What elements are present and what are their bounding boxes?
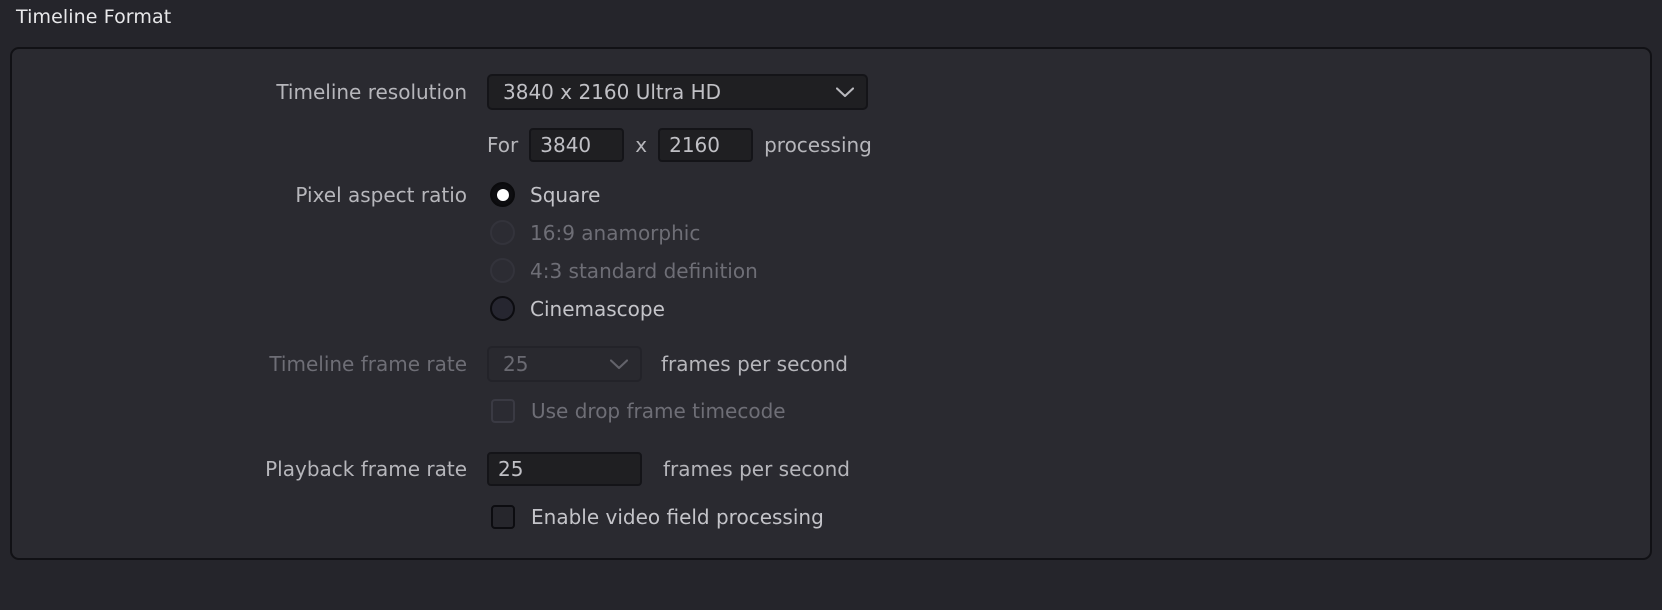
radio-label-cinemascope: Cinemascope [530, 296, 665, 321]
chevron-down-icon [836, 86, 854, 98]
row-pixel-aspect-anamorphic: 16:9 anamorphic [67, 220, 700, 245]
checkbox-label-use-drop-frame-timecode: Use drop frame timecode [531, 399, 786, 423]
timeline-frame-rate-value: 25 [503, 352, 529, 376]
row-enable-video-field-processing: Enable video field processing [67, 505, 824, 529]
radio-pixel-aspect-anamorphic [490, 220, 515, 245]
processing-height-input[interactable]: 2160 [658, 128, 754, 162]
radio-label-anamorphic: 16:9 anamorphic [530, 220, 701, 245]
row-use-drop-frame-timecode: Use drop frame timecode [67, 399, 786, 423]
playback-frame-rate-unit: frames per second [663, 457, 850, 481]
row-timeline-frame-rate: Timeline frame rate 25 frames per second [67, 346, 848, 382]
timeline-resolution-label: Timeline resolution [276, 80, 467, 104]
checkbox-use-drop-frame-timecode [491, 399, 515, 423]
timeline-frame-rate-unit: frames per second [661, 352, 848, 376]
row-pixel-aspect-ratio: Pixel aspect ratio Square [67, 182, 600, 207]
row-timeline-resolution: Timeline resolution 3840 x 2160 Ultra HD [67, 74, 868, 110]
timeline-resolution-value: 3840 x 2160 Ultra HD [503, 80, 722, 104]
radio-label-standard: 4:3 standard definition [530, 258, 758, 283]
radio-pixel-aspect-square[interactable] [490, 182, 515, 207]
checkbox-enable-video-field-processing[interactable] [491, 505, 515, 529]
timeline-frame-rate-label: Timeline frame rate [269, 352, 467, 376]
playback-frame-rate-label: Playback frame rate [265, 457, 467, 481]
row-playback-frame-rate: Playback frame rate 25 frames per second [67, 452, 850, 486]
radio-pixel-aspect-cinemascope[interactable] [490, 296, 515, 321]
processing-prefix-label: For [487, 133, 519, 157]
playback-frame-rate-input[interactable]: 25 [487, 452, 642, 486]
timeline-format-panel: Timeline resolution 3840 x 2160 Ultra HD… [10, 47, 1652, 560]
row-pixel-aspect-standard: 4:3 standard definition [67, 258, 758, 283]
processing-width-input[interactable]: 3840 [529, 128, 625, 162]
row-processing-resolution: For 3840 x 2160 processing [67, 128, 872, 162]
radio-pixel-aspect-standard [490, 258, 515, 283]
checkbox-label-enable-video-field-processing: Enable video field processing [531, 505, 824, 529]
radio-selected-dot-icon [496, 188, 509, 201]
timeline-frame-rate-dropdown: 25 [487, 346, 642, 382]
processing-suffix-label: processing [764, 133, 872, 157]
row-pixel-aspect-cinemascope: Cinemascope [67, 296, 665, 321]
pixel-aspect-ratio-label: Pixel aspect ratio [295, 182, 467, 207]
timeline-resolution-dropdown[interactable]: 3840 x 2160 Ultra HD [487, 74, 868, 110]
processing-separator-label: x [635, 133, 648, 157]
page-title: Timeline Format [16, 6, 172, 28]
radio-label-square: Square [530, 182, 601, 207]
chevron-down-icon [610, 358, 628, 370]
